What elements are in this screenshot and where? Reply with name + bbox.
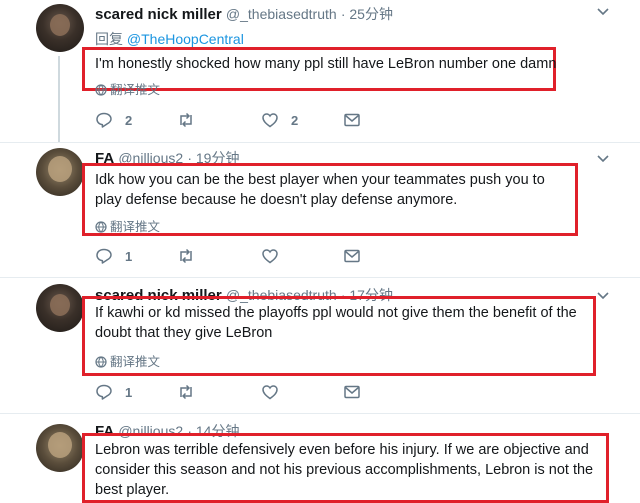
like-count: 2 [291,112,299,128]
translate-label: 翻译推文 [110,220,161,234]
translate-label: 翻译推文 [110,83,161,97]
reply-icon [96,248,112,264]
avatar[interactable] [36,284,84,332]
divider [0,277,640,278]
tweet-text: Idk how you can be the best player when … [95,172,545,208]
user-handle[interactable]: @_thebiasedtruth [226,6,337,22]
divider [0,142,640,143]
reply-to-line: 回复 @TheHoopCentral [95,29,244,49]
chevron-down-icon[interactable] [597,151,609,163]
translate-tweet[interactable]: 翻译推文 [95,79,160,98]
display-name[interactable]: scared nick miller [95,6,222,23]
avatar[interactable] [36,424,84,472]
retweet-button[interactable] [177,110,207,130]
translate-label: 翻译推文 [110,355,161,369]
globe-icon [95,84,107,96]
retweet-icon [180,112,192,128]
heart-icon [262,113,278,128]
reply-to-link[interactable]: @TheHoopCentral [127,31,244,47]
tweet-text: I'm honestly shocked how many ppl still … [95,56,557,72]
reply-button[interactable]: 2 [95,110,132,130]
tweet-text: Lebron was terrible defensively even bef… [95,442,594,498]
tweet-header: scared nick miller @_thebiasedtruth · 25… [95,4,393,24]
avatar[interactable] [36,4,84,52]
divider [0,413,640,414]
chevron-down-icon[interactable] [597,288,609,300]
envelope-icon [344,249,360,263]
like-button[interactable]: 2 [261,110,298,130]
direct-message-button[interactable] [343,246,361,266]
globe-icon [95,356,107,368]
thread-line [58,56,60,142]
retweet-button[interactable] [177,246,207,266]
direct-message-button[interactable] [343,110,361,130]
translate-tweet[interactable]: 翻译推文 [95,351,160,370]
translate-tweet[interactable]: 翻译推文 [95,216,160,235]
avatar[interactable] [36,148,84,196]
reply-count: 2 [125,112,133,128]
globe-icon [95,221,107,233]
like-button[interactable] [261,382,291,402]
envelope-icon [344,113,360,127]
reply-button[interactable]: 1 [95,246,132,266]
reply-count: 1 [125,384,133,400]
timestamp[interactable]: · 25分钟 [341,6,393,22]
like-button[interactable] [261,246,291,266]
heart-icon [262,385,278,400]
reply-prefix: 回复 [95,31,123,47]
retweet-icon [180,248,192,264]
retweet-button[interactable] [177,382,207,402]
retweet-icon [180,384,192,400]
direct-message-button[interactable] [343,382,361,402]
chevron-down-icon[interactable] [597,4,609,16]
reply-icon [96,384,112,400]
envelope-icon [344,385,360,399]
reply-count: 1 [125,248,133,264]
reply-button[interactable]: 1 [95,382,132,402]
tweet-text: If kawhi or kd missed the playoffs ppl w… [95,305,577,341]
reply-icon [96,112,112,128]
heart-icon [262,249,278,264]
